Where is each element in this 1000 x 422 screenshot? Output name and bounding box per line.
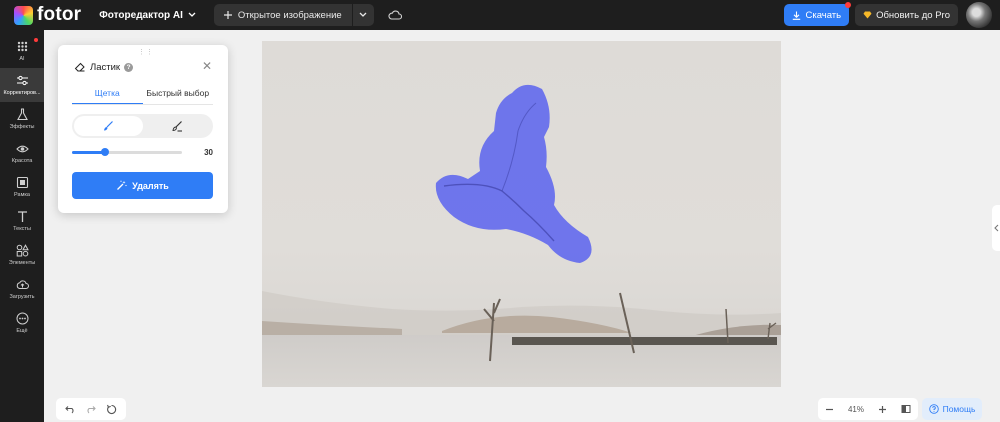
canvas-image[interactable] bbox=[262, 41, 781, 387]
magic-wand-icon bbox=[117, 180, 127, 190]
ai-grid-icon bbox=[17, 41, 27, 52]
eye-icon bbox=[15, 145, 29, 153]
upgrade-pro-button[interactable]: Обновить до Pro bbox=[855, 4, 958, 26]
reset-icon[interactable] bbox=[106, 404, 117, 415]
sidebar-item-label: Эффекты bbox=[9, 124, 35, 130]
right-panel-toggle[interactable] bbox=[992, 205, 1000, 251]
sidebar-item-label: AI bbox=[19, 56, 25, 62]
brush-size-value: 30 bbox=[204, 147, 213, 157]
logo-text: fotor bbox=[37, 4, 82, 25]
cloud-save-button[interactable] bbox=[388, 10, 402, 20]
download-icon bbox=[793, 11, 801, 20]
sidebar-item-more[interactable]: Ещё bbox=[0, 306, 44, 340]
question-circle-icon bbox=[928, 404, 939, 414]
sidebar-item-label: Загрузить bbox=[9, 294, 35, 300]
app-name-label: Фоторедактор AI bbox=[99, 9, 183, 21]
flask-icon bbox=[16, 108, 28, 121]
left-sidebar: AI Корректиров... Эффекты Красота Рамка … bbox=[0, 30, 44, 422]
logo-mark-icon bbox=[14, 5, 33, 25]
help-icon[interactable]: ? bbox=[124, 62, 134, 72]
sidebar-item-label: Корректиров... bbox=[3, 90, 41, 96]
zoom-out-icon[interactable] bbox=[825, 405, 834, 414]
help-button[interactable]: Помощь bbox=[922, 398, 982, 420]
app-name-dropdown[interactable]: Фоторедактор AI bbox=[99, 10, 196, 21]
undo-icon[interactable] bbox=[65, 404, 76, 414]
brush-size-slider[interactable]: 30 bbox=[72, 145, 213, 159]
brush-erase-mode[interactable] bbox=[143, 116, 212, 136]
more-icon bbox=[16, 312, 28, 325]
chevron-down-icon bbox=[188, 12, 196, 17]
history-controls bbox=[56, 398, 126, 420]
sidebar-item-label: Тексты bbox=[13, 226, 31, 232]
upload-cloud-icon bbox=[16, 280, 29, 289]
open-image-label: Открытое изображение bbox=[237, 9, 342, 21]
slider-thumb[interactable] bbox=[101, 147, 109, 156]
brush-mode-toggle bbox=[72, 114, 213, 138]
close-icon[interactable]: ✕ bbox=[202, 59, 212, 73]
redo-icon[interactable] bbox=[85, 404, 97, 414]
sidebar-item-ai[interactable]: AI bbox=[0, 34, 44, 68]
panel-header: Ластик ? bbox=[74, 61, 134, 73]
cloud-icon bbox=[388, 10, 402, 20]
sidebar-item-frame[interactable]: Рамка bbox=[0, 170, 44, 204]
eraser-icon bbox=[74, 62, 85, 72]
brush-icon bbox=[104, 121, 114, 131]
sidebar-item-adjust[interactable]: Корректиров... bbox=[0, 68, 44, 102]
open-image-group: Открытое изображение bbox=[213, 4, 374, 26]
shapes-icon bbox=[16, 244, 29, 257]
erase-label: Удалять bbox=[132, 180, 169, 191]
notification-dot bbox=[34, 38, 38, 42]
sidebar-item-label: Красота bbox=[11, 158, 33, 164]
drag-handle-icon[interactable]: ⋮⋮ bbox=[138, 48, 154, 56]
zoom-controls: 41% bbox=[818, 398, 918, 420]
sidebar-item-upload[interactable]: Загрузить bbox=[0, 272, 44, 306]
sidebar-item-elements[interactable]: Элементы bbox=[0, 238, 44, 272]
sidebar-item-text[interactable]: Тексты bbox=[0, 204, 44, 238]
eraser-panel: ⋮⋮ Ластик ? ✕ Щетка Быстрый выбор 30 Уда… bbox=[58, 45, 228, 213]
open-image-dropdown[interactable] bbox=[351, 4, 374, 26]
plus-icon bbox=[223, 11, 232, 19]
open-image-button[interactable]: Открытое изображение bbox=[213, 4, 352, 26]
eraser-tabs: Щетка Быстрый выбор bbox=[72, 85, 213, 105]
chevron-down-icon bbox=[359, 12, 367, 17]
diamond-icon bbox=[863, 11, 872, 19]
erase-button[interactable]: Удалять bbox=[72, 172, 213, 199]
download-button[interactable]: Скачать bbox=[784, 2, 852, 26]
avatar[interactable] bbox=[966, 2, 992, 28]
text-icon bbox=[17, 211, 27, 222]
tab-quick-select[interactable]: Быстрый выбор bbox=[143, 85, 214, 104]
zoom-level[interactable]: 41% bbox=[848, 405, 864, 414]
upgrade-pro-label: Обновить до Pro bbox=[876, 9, 950, 21]
fotor-logo[interactable]: fotor bbox=[14, 4, 81, 26]
brush-add-mode[interactable] bbox=[74, 116, 143, 136]
photo-scene bbox=[262, 41, 781, 387]
slider-track[interactable] bbox=[72, 147, 182, 156]
sidebar-item-beauty[interactable]: Красота bbox=[0, 136, 44, 170]
frame-icon bbox=[16, 176, 28, 189]
tab-brush[interactable]: Щетка bbox=[72, 85, 143, 104]
zoom-in-icon[interactable] bbox=[878, 405, 887, 414]
sidebar-item-effects[interactable]: Эффекты bbox=[0, 102, 44, 136]
download-label: Скачать bbox=[805, 9, 842, 21]
sliders-icon bbox=[16, 75, 28, 86]
top-bar: fotor Фоторедактор AI Открытое изображен… bbox=[0, 0, 1000, 30]
brush-minus-icon bbox=[172, 121, 182, 132]
panel-title: Ластик bbox=[90, 61, 121, 73]
sidebar-item-label: Элементы bbox=[8, 260, 36, 266]
chevron-left-icon bbox=[993, 224, 998, 232]
compare-icon[interactable] bbox=[901, 404, 911, 414]
sidebar-item-label: Ещё bbox=[16, 328, 28, 334]
top-right-actions: Скачать Обновить до Pro bbox=[784, 0, 1000, 30]
help-label: Помощь bbox=[942, 404, 976, 414]
sidebar-item-label: Рамка bbox=[14, 192, 30, 198]
notification-dot bbox=[845, 2, 852, 8]
